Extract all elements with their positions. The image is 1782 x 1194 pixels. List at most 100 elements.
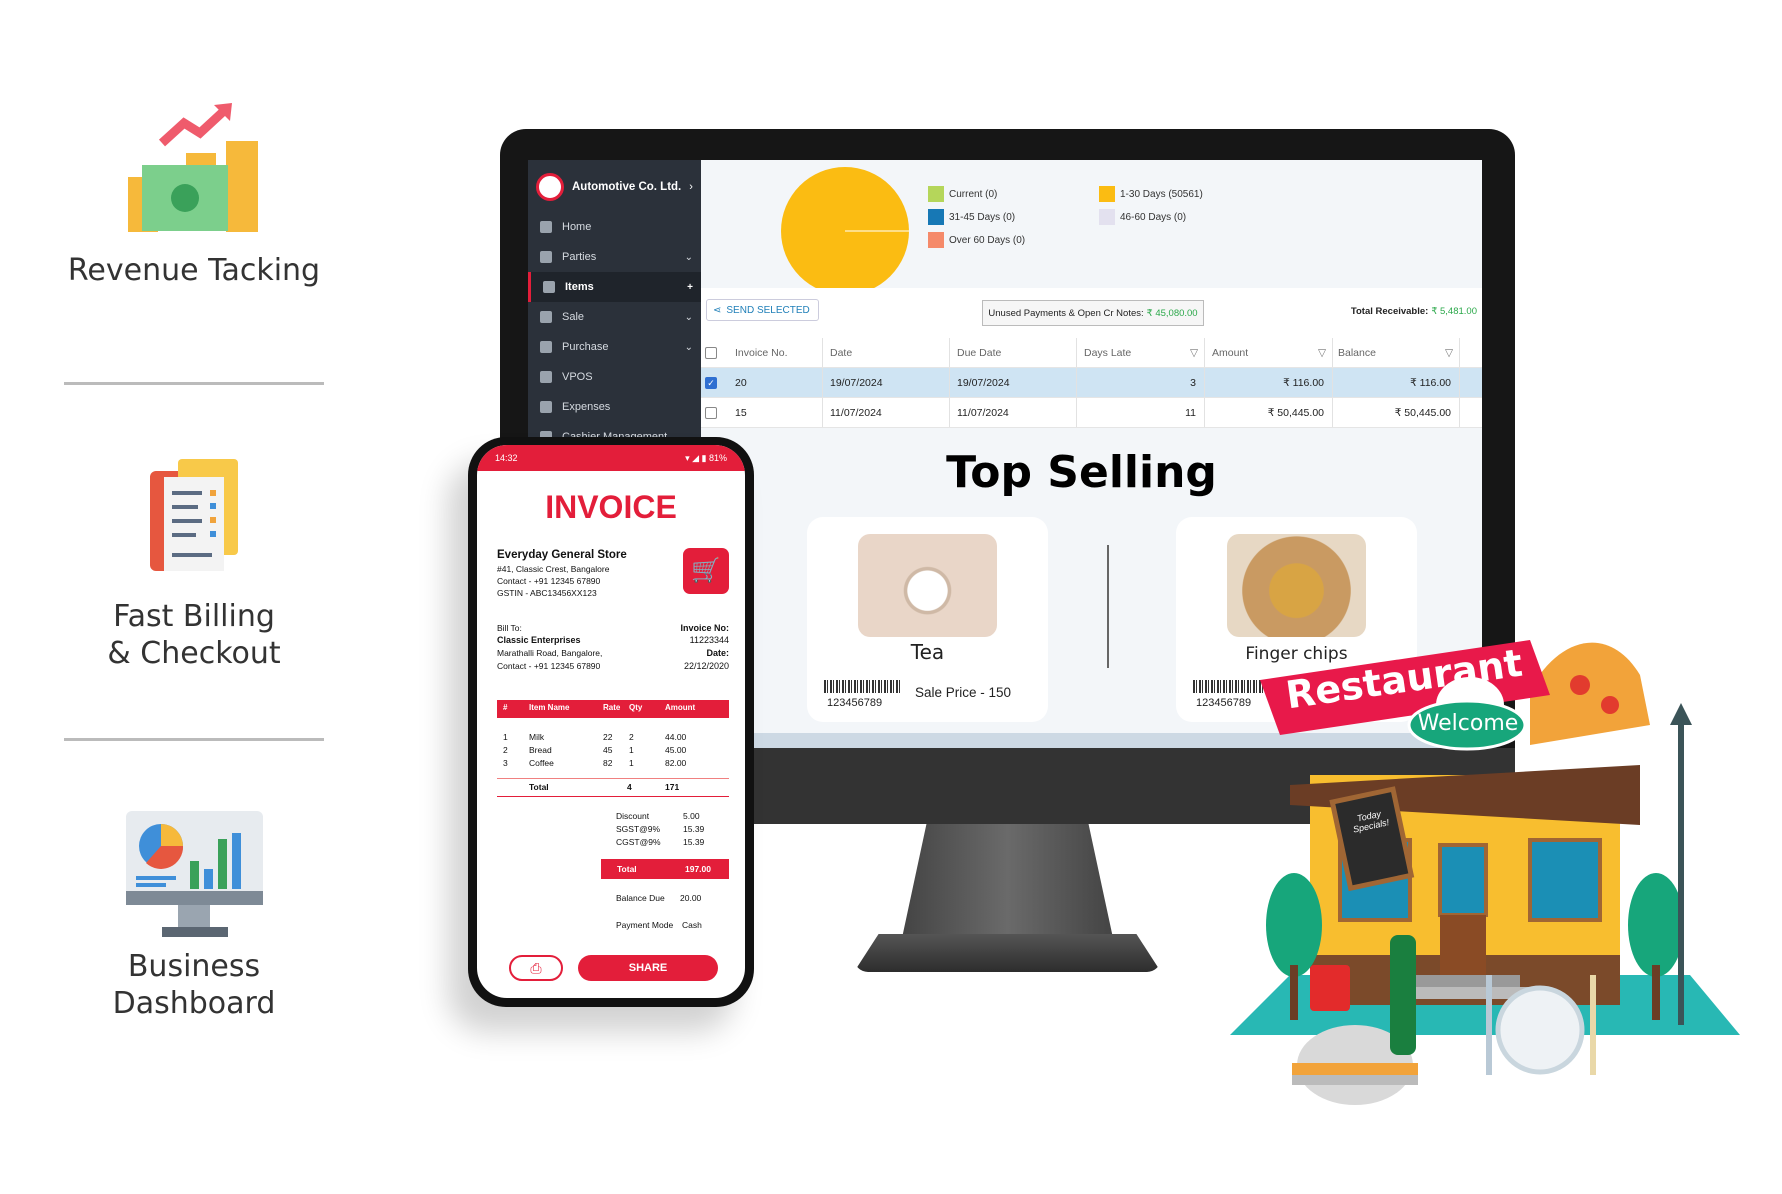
column-separator — [1332, 368, 1333, 397]
sidebar-item-expenses[interactable]: Expenses — [528, 392, 701, 422]
balance-due-label: Balance Due — [616, 893, 665, 903]
legend-label: 31-45 Days (0) — [949, 211, 1016, 223]
feature-text: Revenue Tacking — [67, 253, 321, 288]
table-cell: 3 — [1190, 376, 1196, 389]
total-receivable-label: Total Receivable: — [1350, 306, 1429, 317]
column-header[interactable]: Days Late — [1084, 347, 1131, 359]
card-divider — [1107, 545, 1109, 668]
invoice-no-label: Invoice No: — [680, 623, 729, 633]
invoice-item-cell: Bread — [529, 745, 552, 755]
status-time: 14:32 — [495, 453, 518, 463]
column-header[interactable]: Amount — [1212, 347, 1248, 359]
column-separator — [1459, 398, 1460, 427]
sidebar-arrow-icon: ⌄ — [684, 251, 693, 263]
sidebar-icon — [540, 251, 552, 263]
sidebar-item-parties[interactable]: Parties ⌄ — [528, 242, 701, 272]
items-column-header: # — [503, 703, 508, 712]
sidebar-item-vpos[interactable]: VPOS — [528, 362, 701, 392]
unused-value: ₹ 45,080.00 — [1146, 307, 1198, 319]
bill-to-address: Marathalli Road, Bangalore, — [497, 648, 603, 658]
sidebar-icon — [540, 401, 552, 413]
legend-item: 1-30 Days (50561) — [1099, 186, 1203, 202]
filter-icon[interactable]: ▽ — [1318, 338, 1326, 367]
table-cell: 11 — [1185, 406, 1196, 419]
summary-label: Discount — [616, 811, 650, 821]
invoice-date: 22/12/2020 — [683, 661, 729, 671]
sidebar-item-label: Expenses — [562, 401, 611, 413]
column-header[interactable]: Due Date — [957, 347, 1001, 359]
sidebar-item-purchase[interactable]: Purchase ⌄ — [528, 332, 701, 362]
product-image — [1227, 534, 1366, 637]
chevron-right-icon: › — [689, 181, 693, 193]
summary-value: 5.00 — [683, 811, 700, 821]
sidebar-icon — [540, 371, 552, 383]
invoice-item-cell: 82 — [603, 758, 613, 768]
cart-logo-icon: 🛒 — [683, 548, 729, 594]
filter-icon[interactable]: ▽ — [1445, 338, 1453, 367]
send-selected-button[interactable]: ⋖ SEND SELECTED — [706, 299, 819, 321]
invoice-item-cell: 45.00 — [665, 745, 687, 755]
print-button[interactable]: ⎙ — [509, 955, 563, 981]
column-header[interactable]: Balance — [1338, 347, 1376, 359]
legend-label: Over 60 Days (0) — [949, 234, 1026, 246]
total-line-top — [497, 778, 729, 779]
store-name: Everyday General Store — [497, 549, 627, 561]
column-separator — [1076, 368, 1077, 397]
invoice-table: Invoice No. Date Due Date Days Late ▽ Amount ▽… — [701, 338, 1482, 428]
table-row[interactable]: ✓ 20 19/07/2024 19/07/2024 3 ₹ 116.00 ₹ 116.00 — [701, 368, 1482, 398]
welcome-sign-text: Welcome — [1417, 711, 1519, 736]
invoice-item-cell: 44.00 — [665, 732, 687, 742]
legend-swatch — [928, 232, 944, 248]
invoice-item-cell: Coffee — [529, 758, 554, 768]
column-separator — [822, 338, 823, 367]
sidebar-icon — [540, 341, 552, 353]
row-checkbox[interactable]: ✓ — [705, 376, 717, 389]
status-icons: ▾ ◢ ▮ 81% — [685, 452, 727, 463]
grand-total-bar: Total 197.00 — [601, 859, 729, 879]
sidebar-arrow-icon: ⌄ — [684, 341, 693, 353]
unused-label: Unused Payments & Open Cr Notes: — [988, 307, 1144, 319]
column-separator — [1204, 338, 1205, 367]
row-checkbox[interactable] — [705, 346, 717, 359]
table-row[interactable]: 15 11/07/2024 11/07/2024 11 ₹ 50,445.00 ₹ 50,… — [701, 398, 1482, 428]
summary-value: 15.39 — [683, 824, 705, 834]
company-switcher[interactable]: Automotive Co. Ltd. › — [536, 172, 696, 202]
company-name: Automotive Co. Ltd. — [572, 181, 682, 193]
sidebar-arrow-icon: ⌄ — [684, 311, 693, 323]
barcode-number: 123456789 — [827, 697, 883, 709]
status-bar: 14:32 ▾ ◢ ▮ 81% — [477, 445, 745, 471]
share-button[interactable]: SHARE — [578, 955, 718, 981]
top-selling-card[interactable]: Tea 123456789 Sale Price - 150 — [807, 517, 1048, 722]
legend-swatch — [1099, 186, 1115, 202]
table-cell: 11/07/2024 — [957, 406, 1009, 419]
sidebar-item-sale[interactable]: Sale ⌄ — [528, 302, 701, 332]
battery-level: 81% — [708, 452, 727, 463]
product-image — [858, 534, 997, 637]
barcode-icon — [824, 680, 902, 693]
feature-label-revenue: Revenue Tacking — [44, 252, 344, 289]
legend-item: 46-60 Days (0) — [1099, 209, 1186, 225]
phone-screen: 14:32 ▾ ◢ ▮ 81% INVOICE Everyday General… — [477, 445, 745, 998]
table-cell: ₹ 116.00 — [1410, 376, 1451, 389]
company-logo — [536, 173, 564, 201]
invoice-no: 11223344 — [689, 635, 729, 645]
date-label: Date: — [706, 648, 729, 658]
row-checkbox[interactable] — [705, 406, 717, 419]
items-total-qty: 4 — [627, 782, 632, 792]
restaurant-illustration: Restaurant Welcome Today Specials! — [1230, 635, 1740, 1135]
aging-pie-chart — [781, 167, 909, 295]
legend-swatch — [1099, 209, 1115, 225]
product-name: Tea — [910, 640, 945, 664]
column-header[interactable]: Invoice No. — [735, 347, 788, 359]
column-header[interactable]: Date — [830, 347, 852, 359]
sidebar-item-items[interactable]: Items + — [528, 272, 701, 302]
legend-label: Current (0) — [949, 188, 998, 200]
sidebar-item-label: VPOS — [562, 371, 593, 383]
table-cell: ₹ 116.00 — [1283, 376, 1324, 389]
sidebar-item-home[interactable]: Home — [528, 212, 701, 242]
total-receivable: Total Receivable: ₹ 5,481.00 — [1351, 306, 1477, 317]
monitor-stand-base — [854, 934, 1161, 972]
items-total-amount: 171 — [665, 782, 680, 792]
filter-icon[interactable]: ▽ — [1190, 338, 1198, 367]
column-separator — [949, 338, 950, 367]
